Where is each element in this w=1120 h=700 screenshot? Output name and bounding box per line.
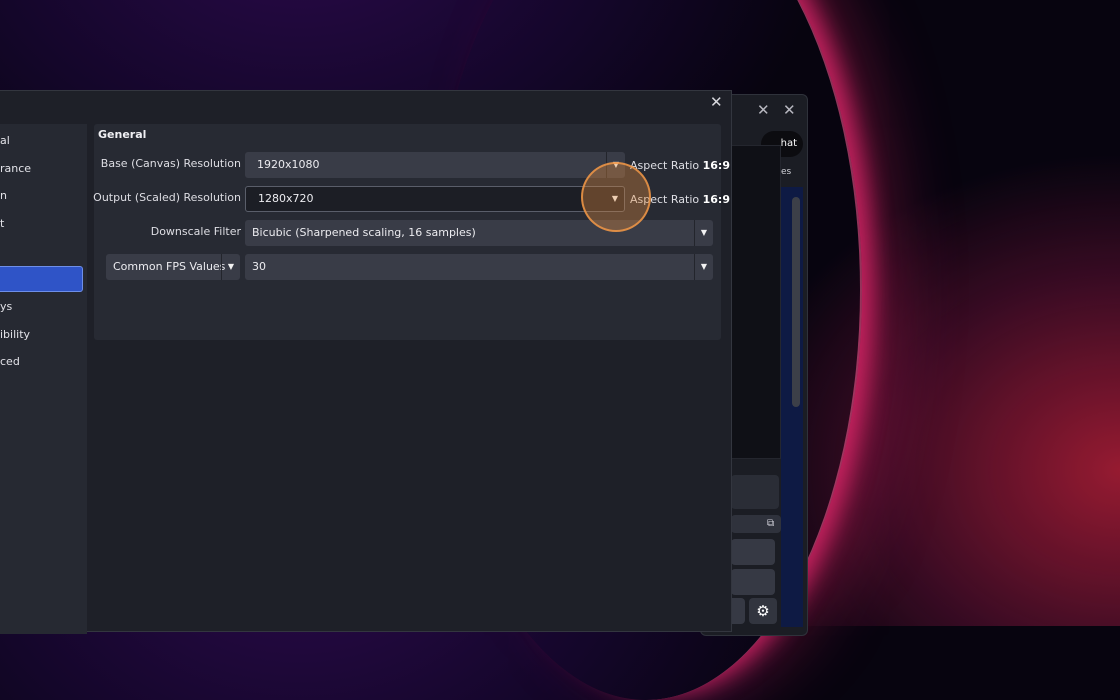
base-resolution-label: Base (Canvas) Resolution: [100, 157, 241, 170]
gear-icon[interactable]: ⚙: [749, 598, 777, 624]
chevron-down-icon[interactable]: ▼: [694, 254, 713, 280]
sidebar-item-hotkeys[interactable]: ys: [0, 298, 12, 316]
sidebar-item-accessibility[interactable]: ibility: [0, 326, 30, 344]
preview-area: [729, 145, 781, 459]
fps-value-combo[interactable]: 30 ▼: [245, 254, 713, 280]
scenes-tab-label[interactable]: es: [781, 167, 791, 177]
dock-control-button[interactable]: [731, 569, 775, 595]
output-resolution-label: Output (Scaled) Resolution: [93, 191, 241, 204]
downscale-filter-combo[interactable]: Bicubic (Sharpened scaling, 16 samples) …: [245, 220, 713, 246]
group-title: General: [98, 128, 147, 141]
dock-block: [731, 475, 779, 509]
settings-sidebar: al rance n t ys ibility ced: [0, 124, 87, 634]
undock-icon[interactable]: ⧉: [767, 518, 774, 529]
close-icon[interactable]: ✕: [757, 101, 770, 119]
chevron-down-icon[interactable]: ▼: [694, 220, 713, 246]
aspect-ratio-value: 16:9: [702, 193, 730, 206]
sidebar-item-general[interactable]: al: [0, 132, 10, 150]
scrollbar[interactable]: [792, 197, 800, 407]
dock-control-button[interactable]: [731, 539, 775, 565]
fps-type-combo[interactable]: Common FPS Values ▼: [106, 254, 240, 280]
sidebar-item-output[interactable]: t: [0, 215, 4, 233]
close-icon[interactable]: ✕: [783, 101, 796, 119]
aspect-ratio-value: 16:9: [702, 159, 730, 172]
output-resolution-value: 1280x720: [258, 192, 314, 205]
sidebar-item-advanced[interactable]: ced: [0, 353, 20, 371]
chevron-down-icon[interactable]: ▼: [221, 254, 240, 280]
downscale-filter-label: Downscale Filter: [150, 225, 241, 238]
sidebar-item-appearance[interactable]: rance: [0, 160, 31, 178]
sidebar-item-video-selected[interactable]: [0, 266, 83, 292]
output-resolution-combo[interactable]: 1280x720 ▼: [245, 186, 625, 212]
fps-type-value: Common FPS Values: [113, 260, 226, 273]
aspect-ratio-label: Aspect Ratio: [630, 159, 700, 172]
base-resolution-value: 1920x1080: [257, 158, 320, 171]
video-settings-panel: General Base (Canvas) Resolution 1920x10…: [93, 124, 730, 340]
base-resolution-combo[interactable]: 1920x1080 ▼: [245, 152, 625, 178]
click-highlight: [581, 162, 651, 232]
downscale-filter-value: Bicubic (Sharpened scaling, 16 samples): [252, 226, 476, 239]
sidebar-item-stream[interactable]: n: [0, 187, 7, 205]
fps-value: 30: [252, 260, 266, 273]
base-aspect-ratio: Aspect Ratio 16:9: [630, 159, 730, 172]
close-icon[interactable]: ✕: [710, 93, 723, 111]
